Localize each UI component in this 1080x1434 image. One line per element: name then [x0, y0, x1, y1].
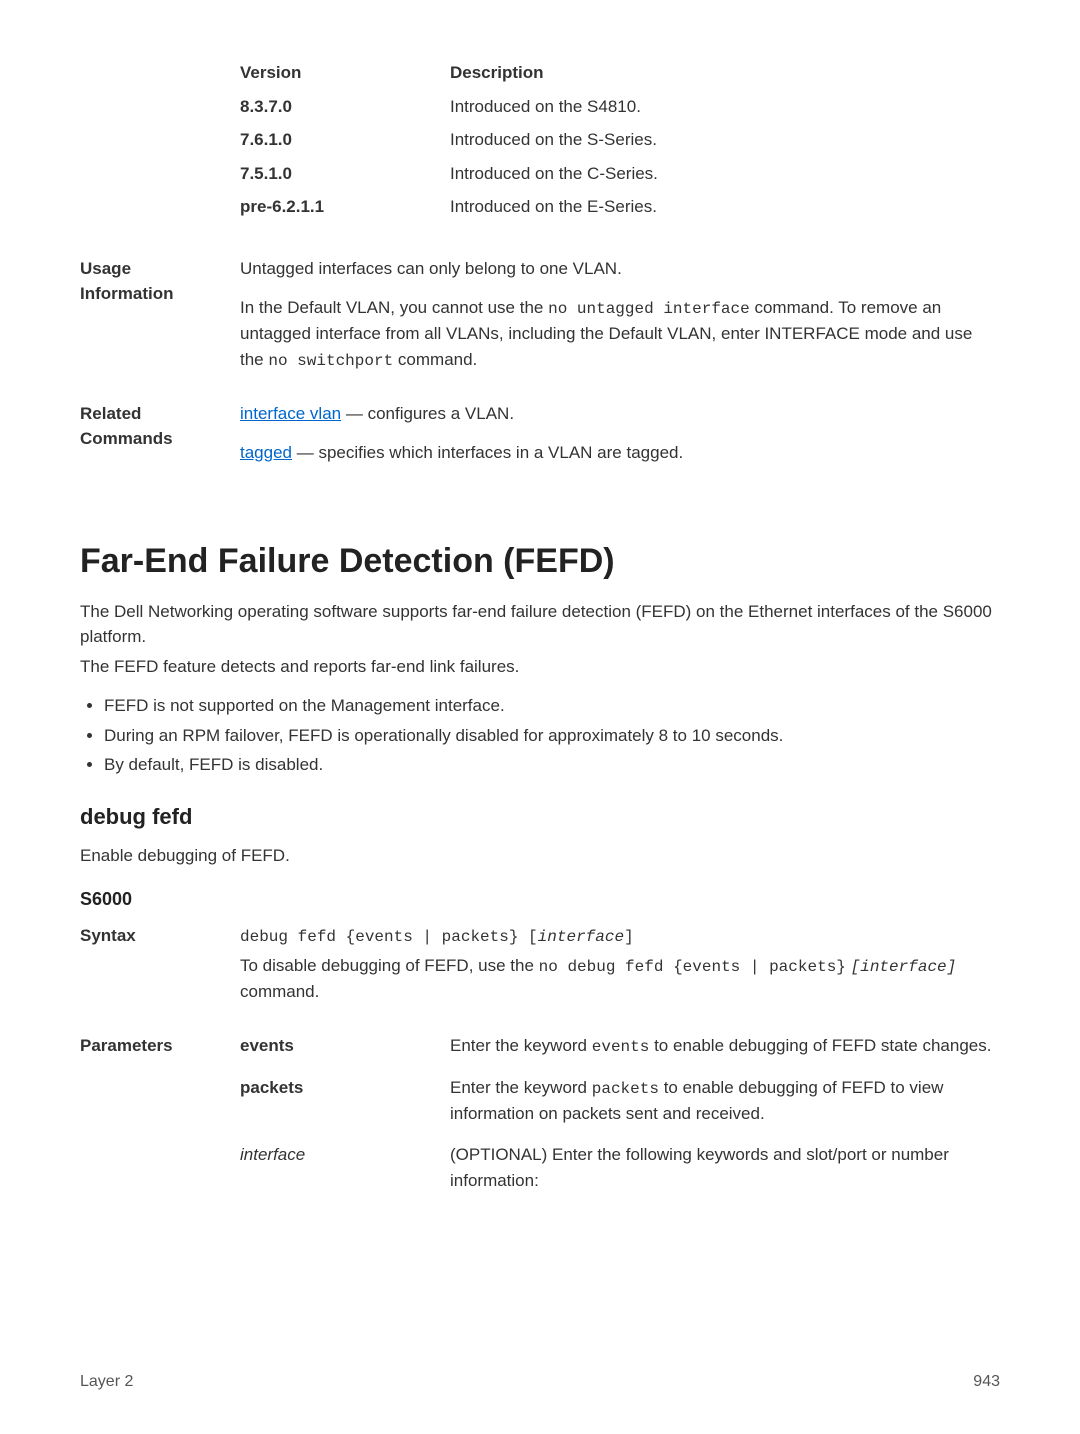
related-item: tagged — specifies which interfaces in a…	[240, 440, 1000, 466]
inline-code: no untagged interface	[548, 300, 750, 318]
fefd-heading: Far-End Failure Detection (FEFD)	[80, 536, 1000, 587]
text-run: In the Default VLAN, you cannot use the	[240, 298, 548, 317]
list-item: By default, FEFD is disabled.	[104, 752, 1000, 778]
inline-code: no debug fefd {events | packets}	[539, 958, 846, 976]
usage-information: Usage Information Untagged interfaces ca…	[80, 256, 1000, 373]
param-desc: (OPTIONAL) Enter the following keywords …	[450, 1142, 1000, 1193]
inline-code: ]	[624, 928, 634, 946]
text-run: To disable debugging of FEFD, use the	[240, 956, 539, 975]
text-run: to enable debugging of FEFD state change…	[649, 1036, 991, 1055]
debug-fefd-heading: debug fefd	[80, 800, 1000, 833]
param-desc: Enter the keyword events to enable debug…	[450, 1033, 1000, 1059]
inline-code: debug fefd {events | packets} [	[240, 928, 538, 946]
footer-right: 943	[973, 1370, 1000, 1394]
inline-code-italic: [interface]	[851, 958, 957, 976]
col-header-version: Version	[240, 60, 450, 86]
related-item: interface vlan — configures a VLAN.	[240, 401, 1000, 427]
desc-cell: Introduced on the S-Series.	[450, 127, 1000, 153]
inline-code: packets	[592, 1080, 659, 1098]
fefd-intro2: The FEFD feature detects and reports far…	[80, 654, 1000, 680]
param-name: packets	[240, 1075, 450, 1127]
inline-code: events	[592, 1038, 650, 1056]
text-run: Enter the keyword	[450, 1078, 592, 1097]
param-name: interface	[240, 1142, 450, 1193]
text-run: — specifies which interfaces in a VLAN a…	[292, 443, 683, 462]
version-cell: 8.3.7.0	[240, 94, 450, 120]
footer-left: Layer 2	[80, 1370, 133, 1394]
related-label: Related Commands	[80, 401, 240, 466]
usage-p1: Untagged interfaces can only belong to o…	[240, 256, 1000, 282]
param-name: events	[240, 1033, 450, 1059]
syntax-cmd: debug fefd {events | packets} [interface…	[240, 923, 1000, 949]
version-cell: 7.5.1.0	[240, 161, 450, 187]
inline-code-italic: interface	[538, 928, 624, 946]
desc-cell: Introduced on the S4810.	[450, 94, 1000, 120]
syntax-block: Syntax debug fefd {events | packets} [in…	[80, 923, 1000, 1005]
tagged-link[interactable]: tagged	[240, 443, 292, 462]
params-label: Parameters	[80, 1033, 240, 1202]
param-desc: Enter the keyword packets to enable debu…	[450, 1075, 1000, 1127]
inline-code: no switchport	[268, 352, 393, 370]
page-footer: Layer 2 943	[80, 1370, 1000, 1394]
version-cell: pre-6.2.1.1	[240, 194, 450, 220]
fefd-intro1: The Dell Networking operating software s…	[80, 599, 1000, 650]
list-item: FEFD is not supported on the Management …	[104, 693, 1000, 719]
parameters-block: Parameters events Enter the keyword even…	[80, 1033, 1000, 1202]
related-commands: Related Commands interface vlan — config…	[80, 401, 1000, 466]
desc-cell: Introduced on the E-Series.	[450, 194, 1000, 220]
disable-text: To disable debugging of FEFD, use the no…	[240, 953, 1000, 1005]
version-table-label	[80, 60, 240, 228]
desc-cell: Introduced on the C-Series.	[450, 161, 1000, 187]
fefd-bullets: FEFD is not supported on the Management …	[80, 693, 1000, 778]
platform-heading: S6000	[80, 886, 1000, 913]
text-run: — configures a VLAN.	[341, 404, 514, 423]
col-header-description: Description	[450, 60, 1000, 86]
text-run: (OPTIONAL) Enter the following keywords …	[450, 1145, 949, 1190]
list-item: During an RPM failover, FEFD is operatio…	[104, 723, 1000, 749]
syntax-label: Syntax	[80, 923, 240, 1005]
usage-label: Usage Information	[80, 256, 240, 373]
usage-p2: In the Default VLAN, you cannot use the …	[240, 295, 1000, 373]
version-table: Version Description 8.3.7.0Introduced on…	[80, 60, 1000, 228]
version-cell: 7.6.1.0	[240, 127, 450, 153]
interface-vlan-link[interactable]: interface vlan	[240, 404, 341, 423]
debug-desc: Enable debugging of FEFD.	[80, 843, 1000, 869]
text-run: command.	[393, 350, 477, 369]
text-run: command.	[240, 982, 319, 1001]
text-run: Enter the keyword	[450, 1036, 592, 1055]
